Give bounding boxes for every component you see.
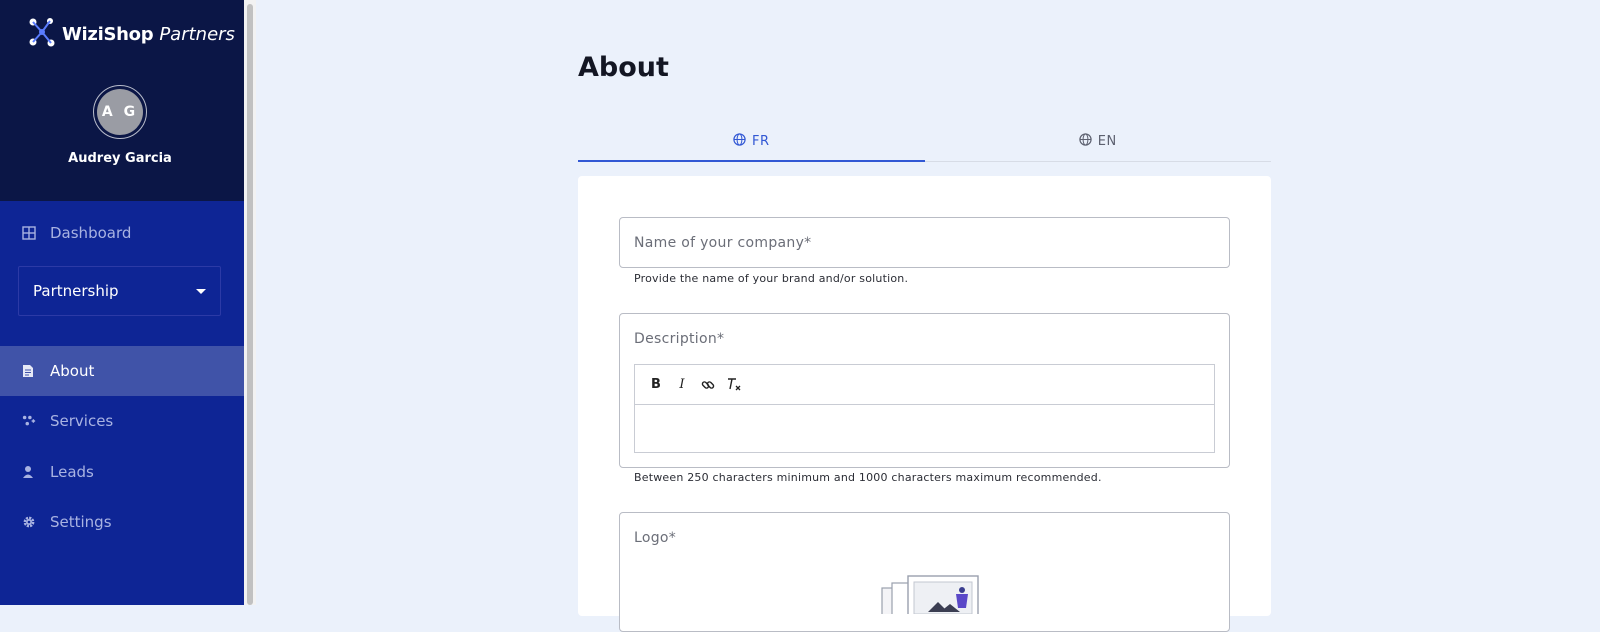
bold-icon[interactable]: B (648, 377, 664, 393)
document-icon (22, 364, 36, 378)
italic-icon[interactable]: I (674, 377, 690, 393)
sidebar-header: WiziShop Partners A G Audrey Garcia (0, 0, 244, 201)
sidebar-item-settings[interactable]: Settings (0, 497, 244, 547)
sidebar-scrollbar-thumb[interactable] (247, 4, 253, 605)
globe-icon (1079, 132, 1092, 150)
services-icon (22, 414, 36, 428)
page-scrollbar[interactable] (1588, 0, 1600, 605)
editor-content-area[interactable] (635, 405, 1214, 453)
tab-label: EN (1097, 133, 1117, 149)
partnership-select-value: Partnership (33, 282, 119, 300)
sidebar-item-label: Leads (50, 463, 94, 481)
chevron-down-icon (196, 288, 206, 294)
grid-icon (22, 226, 36, 240)
sidebar-item-label: Dashboard (50, 224, 132, 242)
partnership-select[interactable]: Partnership (18, 266, 221, 316)
sidebar-item-dashboard[interactable]: Dashboard (0, 208, 244, 258)
language-tabs: FR EN (578, 121, 1271, 162)
sidebar-item-label: Services (50, 412, 114, 430)
brand-name: WiziShop (62, 23, 154, 45)
avatar[interactable]: A G (93, 85, 147, 139)
sidebar: WiziShop Partners A G Audrey Garcia Dash… (0, 0, 244, 605)
rich-text-editor[interactable]: B I (634, 364, 1215, 453)
description-helper: Between 250 characters minimum and 1000 … (634, 471, 1102, 484)
company-name-field[interactable]: Name of your company* (619, 217, 1230, 268)
company-name-placeholder: Name of your company* (634, 235, 812, 251)
tab-fr[interactable]: FR (578, 121, 925, 162)
editor-toolbar: B I (635, 365, 1214, 405)
description-field[interactable]: Description* B I (619, 313, 1230, 468)
sidebar-item-about[interactable]: About (0, 346, 244, 396)
logo-label: Logo* (634, 530, 677, 546)
description-label: Description* (634, 331, 725, 347)
image-upload-illustration-icon (876, 574, 980, 619)
link-icon[interactable] (700, 377, 716, 393)
sidebar-item-leads[interactable]: Leads (0, 447, 244, 497)
clear-format-icon[interactable] (726, 377, 742, 393)
tab-en[interactable]: EN (925, 121, 1272, 161)
wizishop-logo-icon (28, 17, 56, 51)
page-title: About (578, 52, 669, 83)
gear-icon (22, 515, 36, 529)
sidebar-item-label: Settings (50, 513, 112, 531)
logo-upload-field[interactable]: Logo* (619, 512, 1230, 632)
brand-logo[interactable]: WiziShop Partners (28, 17, 235, 51)
about-form-card: Name of your company* Description* B I L… (578, 176, 1271, 632)
tab-label: FR (751, 133, 770, 149)
sidebar-item-label: About (50, 362, 95, 380)
company-name-helper: Provide the name of your brand and/or so… (634, 272, 909, 285)
user-name: Audrey Garcia (68, 151, 172, 166)
user-icon (22, 465, 36, 479)
avatar-initials: A G (97, 89, 143, 135)
globe-icon (733, 132, 746, 150)
sidebar-item-services[interactable]: Services (0, 396, 244, 446)
brand-suffix: Partners (159, 23, 235, 45)
